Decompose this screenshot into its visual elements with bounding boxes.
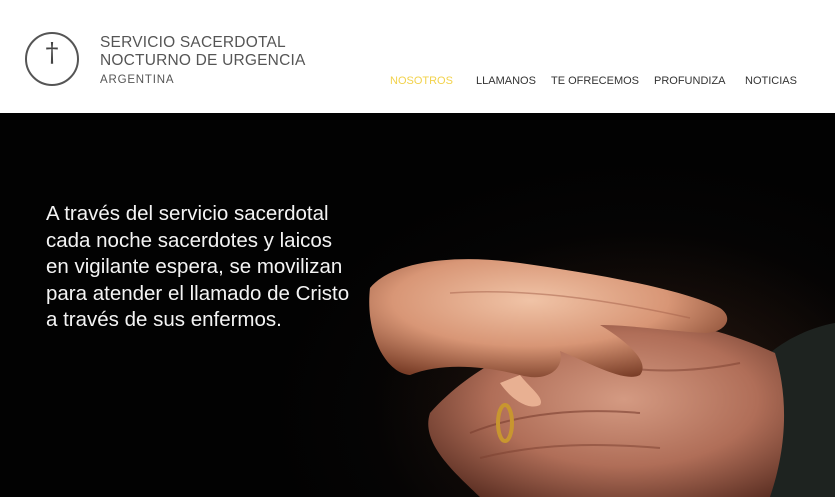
brand-line-2: NOCTURNO DE URGENCIA bbox=[100, 52, 306, 69]
nav-item-noticias[interactable]: NOTICIAS bbox=[745, 75, 797, 87]
hero-banner: A través del servicio sacerdotal cada no… bbox=[0, 113, 835, 497]
nav-item-llamanos[interactable]: LLAMANOS bbox=[476, 75, 536, 87]
brand-line-1: SERVICIO SACERDOTAL bbox=[100, 34, 286, 51]
page: † SERVICIO SACERDOTAL NOCTURNO DE URGENC… bbox=[0, 0, 835, 497]
brand-name[interactable]: SERVICIO SACERDOTAL NOCTURNO DE URGENCIA… bbox=[100, 34, 306, 88]
nav-item-te-ofrecemos[interactable]: TE OFRECEMOS bbox=[551, 75, 639, 87]
hero-text: A través del servicio sacerdotal cada no… bbox=[46, 202, 350, 331]
brand-line-3: ARGENTINA bbox=[100, 74, 175, 86]
nav-item-profundiza[interactable]: PROFUNDIZA bbox=[654, 75, 726, 87]
nav-item-nosotros[interactable]: NOSOTROS bbox=[390, 75, 453, 87]
logo[interactable]: † bbox=[25, 32, 79, 86]
cross-icon: † bbox=[45, 38, 59, 68]
site-header: † SERVICIO SACERDOTAL NOCTURNO DE URGENC… bbox=[0, 0, 835, 113]
